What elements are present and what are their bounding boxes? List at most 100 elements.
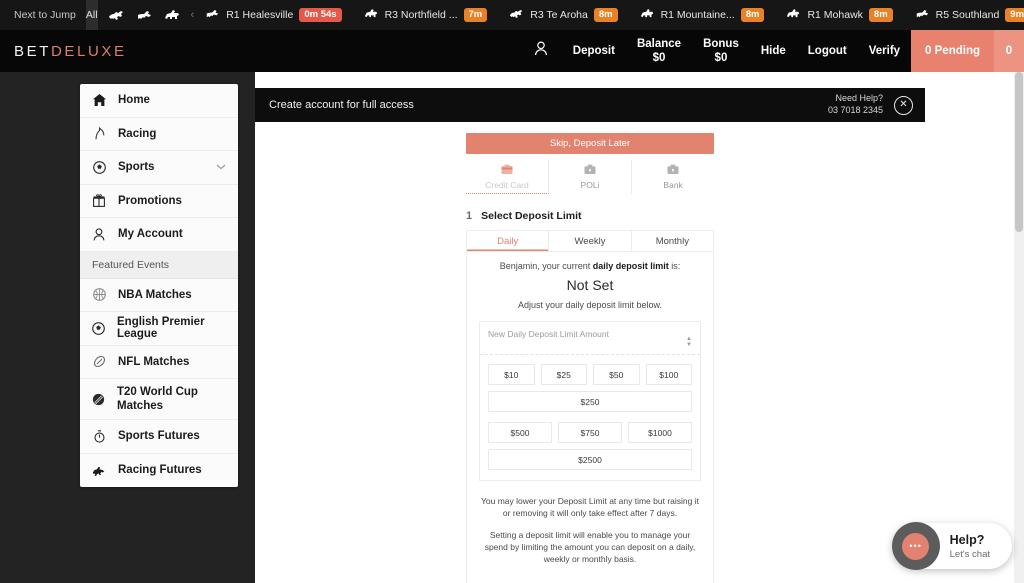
hide-button[interactable]: Hide <box>750 30 797 72</box>
quick-amount-button[interactable]: $25 <box>540 364 587 385</box>
quick-amount-button[interactable]: $250 <box>488 391 692 412</box>
account-button[interactable] <box>520 30 562 72</box>
step-1-header: 1 Select Deposit Limit <box>466 210 714 222</box>
sidebar-item-home[interactable]: Home <box>80 84 238 118</box>
harness-racing-icon <box>640 8 655 22</box>
quick-amount-button[interactable]: $50 <box>593 364 640 385</box>
greyhound-racing-icon <box>915 9 930 22</box>
current-limit-emphasis: daily deposit limit <box>592 261 669 271</box>
sidebar-item-racing[interactable]: Racing <box>80 118 238 151</box>
race-name: R1 Healesville <box>226 9 294 21</box>
sidebar-item-sports[interactable]: Sports <box>80 151 238 185</box>
filter-all-button[interactable]: All <box>85 0 98 30</box>
scrollbar-thumb[interactable] <box>1015 72 1023 232</box>
race-item[interactable]: R1 Mohawk 8m <box>775 0 903 30</box>
sidebar-item-label: Racing <box>118 127 157 140</box>
sidebar-item-label: T20 World Cup Matches <box>117 385 198 412</box>
header-nav: Deposit Balance $0 Bonus $0 Hide Logout … <box>520 30 1024 72</box>
race-name: R1 Mountaine... <box>660 9 735 21</box>
avatar[interactable]: ••• <box>891 522 940 570</box>
person-icon <box>92 228 106 241</box>
logout-label: Logout <box>807 44 847 57</box>
deposit-panel: Skip, Deposit Later Credit Card POLi Ban… <box>466 122 714 583</box>
sidebar-item-sports-futures[interactable]: Sports Futures <box>80 420 238 454</box>
page-scrollbar[interactable] <box>1014 72 1024 583</box>
basketball-icon <box>92 288 106 302</box>
current-limit-sentence: Benjamin, your current daily deposit lim… <box>479 261 701 271</box>
balance-label: Balance <box>636 37 682 50</box>
tab-bank[interactable]: Bank <box>632 160 714 194</box>
skip-deposit-later-button[interactable]: Skip, Deposit Later <box>466 133 714 154</box>
bonus-label: Bonus <box>703 37 739 50</box>
race-item[interactable]: R1 Mountaine... 8m <box>629 0 776 30</box>
verify-button[interactable]: Verify <box>858 30 911 72</box>
race-countdown: 8m <box>593 8 618 22</box>
greyhound-racing-icon <box>205 9 220 22</box>
quick-amount-button[interactable]: $10 <box>488 364 535 385</box>
tab-credit-card[interactable]: Credit Card <box>466 160 549 194</box>
tab-weekly[interactable]: Weekly <box>549 231 632 251</box>
sidebar-item-promotions[interactable]: Promotions <box>80 185 238 218</box>
sidebar-nav: Home Racing Sports Promotions My Account… <box>80 84 238 487</box>
sidebar-item-nfl-matches[interactable]: NFL Matches <box>80 346 238 379</box>
quick-amount-button[interactable]: $100 <box>645 364 692 385</box>
sidebar-item-nba-matches[interactable]: NBA Matches <box>80 279 238 312</box>
harness-racing-icon[interactable] <box>164 9 181 21</box>
race-countdown: 0m 54s <box>299 8 342 22</box>
pending-bets-count[interactable]: 0 <box>994 30 1024 72</box>
deposit-button[interactable]: Deposit <box>562 30 626 72</box>
amount-input-row[interactable]: New Daily Deposit Limit Amount ▲ ▼ <box>480 322 700 355</box>
sidebar-item-label: English Premier League <box>117 316 205 341</box>
soccer-ball-icon <box>92 160 106 174</box>
race-item[interactable]: R1 Healesville 0m 54s <box>194 0 352 30</box>
sidebar-item-label: Racing Futures <box>118 464 202 477</box>
bank-icon <box>667 164 679 177</box>
greyhound-racing-icon[interactable] <box>136 10 153 21</box>
site-logo[interactable]: BETDELUXE <box>0 43 127 60</box>
race-name: R3 Northfield ... <box>384 9 458 21</box>
pending-bets-button[interactable]: 0 Pending <box>911 30 994 72</box>
spinner-down[interactable]: ▼ <box>686 342 692 348</box>
race-item[interactable]: R3 Northfield ... 7m <box>353 0 499 30</box>
home-icon <box>92 94 106 107</box>
logout-button[interactable]: Logout <box>797 30 858 72</box>
sidebar-item-t20-world-cup-matches[interactable]: T20 World Cup Matches <box>80 379 238 420</box>
race-item[interactable]: R5 Southland 9m <box>904 0 1024 30</box>
number-spinner-icon[interactable]: ▲ ▼ <box>686 336 692 348</box>
balance-display[interactable]: Balance $0 <box>626 30 692 72</box>
tab-label: Bank <box>663 180 683 190</box>
quick-amount-button[interactable]: $1000 <box>628 422 692 443</box>
quick-amount-button[interactable]: $2500 <box>488 449 692 470</box>
tab-monthly[interactable]: Monthly <box>632 231 713 251</box>
tab-label: POLi <box>580 180 600 190</box>
sidebar-item-racing-futures[interactable]: Racing Futures <box>80 454 238 488</box>
help-chat-widget[interactable]: ••• Help? Let's chat <box>891 519 1012 573</box>
quick-amount-row-2: $500 $750 $1000 $2500 <box>480 422 700 480</box>
current-limit-prefix: Benjamin, your current <box>499 261 593 271</box>
close-icon[interactable]: ✕ <box>894 95 913 115</box>
tab-daily[interactable]: Daily <box>467 231 550 251</box>
race-item[interactable]: R3 Te Aroha 8m <box>498 0 628 30</box>
tab-label: Credit Card <box>485 179 529 190</box>
sidebar-item-label: NBA Matches <box>118 288 192 301</box>
payment-method-tabs: Credit Card POLi Bank <box>466 160 714 194</box>
need-help-info: Need Help? 03 7018 2345 <box>828 93 883 116</box>
tab-poli[interactable]: POLi <box>549 160 632 194</box>
quick-amount-button[interactable]: $750 <box>558 422 622 443</box>
race-name: R1 Mohawk <box>807 9 863 21</box>
bonus-display[interactable]: Bonus $0 <box>692 30 750 72</box>
race-name: R5 Southland <box>935 9 1000 21</box>
balance-value: $0 <box>652 52 666 64</box>
stopwatch-icon <box>92 430 106 443</box>
sidebar-item-my-account[interactable]: My Account <box>80 218 238 252</box>
horse-racing-icon[interactable] <box>108 10 125 21</box>
help-chat-subtitle: Let's chat <box>949 548 990 560</box>
sidebar-item-english-premier-league[interactable]: English Premier League <box>80 312 238 346</box>
amount-input-placeholder: New Daily Deposit Limit Amount <box>488 329 609 339</box>
step-number: 1 <box>466 210 473 222</box>
quick-amount-row-1: $10 $25 $50 $100 $250 <box>480 355 700 422</box>
quick-amount-button[interactable]: $500 <box>488 422 552 443</box>
cricket-ball-icon <box>92 393 105 406</box>
chat-bubble-icon: ••• <box>902 532 930 560</box>
chevron-down-icon[interactable] <box>216 162 226 172</box>
